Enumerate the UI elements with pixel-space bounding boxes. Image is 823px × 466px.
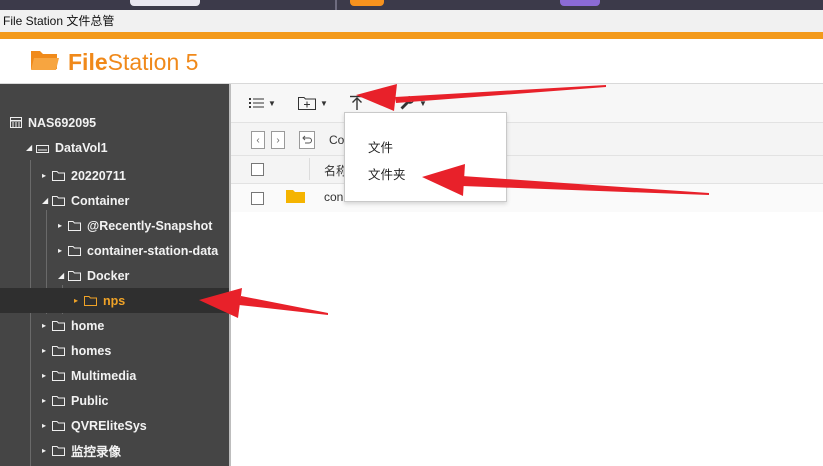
- row-file-name[interactable]: con: [324, 190, 344, 204]
- folder-icon: [52, 321, 65, 331]
- row-checkbox[interactable]: [251, 192, 264, 205]
- list-icon: [249, 98, 264, 108]
- collapsed-arrow-icon[interactable]: ▸: [58, 221, 68, 230]
- chevron-left-icon: ‹: [256, 134, 260, 146]
- tree-folder-item[interactable]: ▸ QVREliteSys: [42, 413, 147, 438]
- tree-folder-item[interactable]: ◢ Docker: [58, 263, 129, 288]
- collapsed-arrow-icon[interactable]: ▸: [42, 421, 52, 430]
- tree-folder-label: Public: [71, 393, 109, 408]
- upload-icon: [350, 95, 364, 110]
- browser-tab-active[interactable]: [350, 0, 384, 6]
- collapsed-arrow-icon[interactable]: ▸: [42, 346, 52, 355]
- folder-icon: [52, 371, 65, 381]
- tree-folder-label: nps: [103, 293, 126, 308]
- tree-folder-item[interactable]: ▸ home: [42, 313, 104, 338]
- tree-folder-label: 监控录像: [71, 445, 122, 459]
- upload-button[interactable]: [349, 93, 365, 113]
- tree-root-nas[interactable]: NAS692095: [10, 110, 96, 135]
- upload-dropdown-menu: 文件 文件夹: [344, 112, 507, 202]
- collapsed-arrow-icon[interactable]: ▸: [74, 296, 84, 305]
- navigation-bar: [231, 123, 823, 156]
- tree-folder-label: Docker: [87, 268, 130, 283]
- chevron-right-icon: ›: [276, 134, 280, 146]
- folder-logo-icon: [31, 51, 59, 70]
- new-folder-button[interactable]: ▼: [298, 93, 328, 113]
- app-logo-text: FileStation 5: [68, 49, 198, 76]
- tree-folder-item[interactable]: ◢ Container: [42, 188, 129, 213]
- collapsed-arrow-icon[interactable]: ▸: [42, 171, 52, 180]
- folder-icon: [84, 296, 97, 306]
- folder-icon: [52, 346, 65, 356]
- tree-folder-item[interactable]: ▸ homes: [42, 338, 111, 363]
- return-up-icon: [302, 135, 312, 144]
- accent-line: [0, 32, 823, 39]
- menu-item-file[interactable]: 文件: [368, 137, 393, 156]
- tree-volume-label: DataVol1: [55, 140, 108, 155]
- window-title: File Station 文件总管: [3, 14, 115, 28]
- select-all-checkbox[interactable]: [251, 163, 264, 176]
- collapsed-arrow-icon[interactable]: ▸: [42, 396, 52, 405]
- tree-root-label: NAS692095: [28, 115, 97, 130]
- folder-icon: [286, 190, 305, 203]
- tree-folder-item[interactable]: ▸ container-station-data: [58, 238, 218, 263]
- chevron-down-icon: ▼: [320, 98, 328, 108]
- folder-icon: [52, 396, 65, 406]
- logo-text-bold: File: [68, 49, 108, 75]
- chevron-down-icon: ▼: [268, 98, 276, 108]
- tools-button[interactable]: ▼: [399, 93, 427, 113]
- folder-icon: [68, 221, 81, 231]
- tree-volume[interactable]: ◢ DataVol1: [26, 135, 108, 160]
- browser-tab[interactable]: [130, 0, 200, 6]
- tree-folder-label: container-station-data: [87, 243, 219, 258]
- collapsed-arrow-icon[interactable]: ▸: [42, 446, 52, 455]
- table-row[interactable]: [231, 184, 823, 212]
- expanded-arrow-icon[interactable]: ◢: [42, 196, 52, 205]
- logo-text-rest: Station 5: [107, 49, 199, 75]
- forward-button[interactable]: ›: [271, 131, 285, 149]
- folder-icon: [68, 246, 81, 256]
- folder-icon: [68, 271, 81, 281]
- back-button[interactable]: ‹: [251, 131, 265, 149]
- tree-folder-item-selected[interactable]: ▸ nps: [0, 288, 229, 313]
- path-breadcrumb[interactable]: Co: [329, 133, 344, 147]
- tree-folder-label: Container: [71, 193, 130, 208]
- collapsed-arrow-icon[interactable]: ▸: [42, 371, 52, 380]
- tree-folder-label: Multimedia: [71, 368, 137, 383]
- folder-icon: [52, 421, 65, 431]
- tree-folder-label: homes: [71, 343, 112, 358]
- column-divider: [309, 158, 310, 180]
- expanded-arrow-icon[interactable]: ◢: [26, 143, 36, 152]
- view-mode-button[interactable]: ▼: [249, 93, 276, 113]
- collapsed-arrow-icon[interactable]: ▸: [42, 321, 52, 330]
- tree-folder-item[interactable]: ▸ Public: [42, 388, 109, 413]
- drive-icon: [36, 144, 49, 153]
- tree-folder-label: @Recently-Snapshot: [87, 218, 213, 233]
- wrench-icon: [400, 96, 414, 110]
- parent-folder-button[interactable]: [299, 131, 315, 149]
- expanded-arrow-icon[interactable]: ◢: [58, 271, 68, 280]
- file-list-header: [231, 156, 823, 184]
- tab-divider: [335, 0, 337, 10]
- tree-folder-item[interactable]: ▸ Multimedia: [42, 363, 136, 388]
- new-folder-icon: [298, 97, 316, 110]
- folder-icon: [52, 196, 65, 206]
- tree-folder-label: home: [71, 318, 105, 333]
- tree-folder-item[interactable]: ▸ 20220711: [42, 163, 126, 188]
- folder-icon: [52, 446, 65, 456]
- tree-folder-item[interactable]: ▸ @Recently-Snapshot: [58, 213, 212, 238]
- tree-guide-line: [30, 160, 31, 466]
- chevron-down-icon: ▼: [419, 98, 427, 108]
- browser-tab[interactable]: [560, 0, 600, 6]
- browser-tab-strip: [0, 0, 823, 10]
- folder-icon: [52, 171, 65, 181]
- window-title-bar: [0, 10, 823, 32]
- column-header-name[interactable]: 名称: [324, 162, 344, 179]
- tree-folder-label: QVREliteSys: [71, 418, 147, 433]
- collapsed-arrow-icon[interactable]: ▸: [58, 246, 68, 255]
- menu-item-folder[interactable]: 文件夹: [368, 164, 406, 183]
- tree-folder-item[interactable]: ▸ 监控录像: [42, 438, 121, 463]
- tree-folder-label: 20220711: [71, 168, 126, 183]
- file-list-empty-area: [231, 212, 823, 466]
- server-icon: [10, 117, 22, 128]
